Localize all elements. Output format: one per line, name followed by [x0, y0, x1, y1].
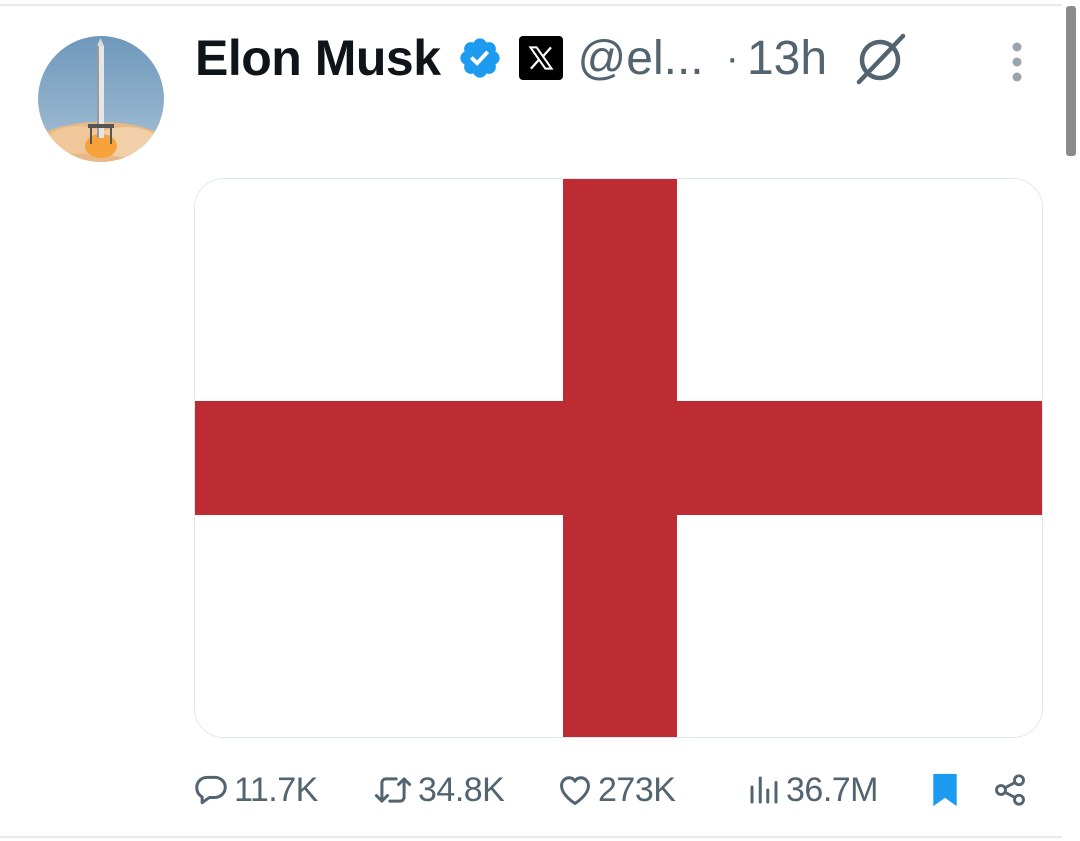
- views-button[interactable]: 36.7M: [746, 760, 879, 820]
- tweet-header: Elon Musk @el... · 13h: [195, 26, 911, 90]
- repost-count: 34.8K: [418, 770, 505, 809]
- x-logo-icon[interactable]: [518, 36, 563, 80]
- bottom-divider: [0, 836, 1062, 838]
- like-count: 273K: [598, 770, 676, 809]
- scrollbar[interactable]: [1066, 6, 1076, 156]
- views-icon: [750, 776, 778, 804]
- views-count: 36.7M: [786, 770, 879, 809]
- heart-icon: [560, 776, 590, 805]
- share-button[interactable]: [992, 760, 1028, 820]
- tweet-card: Elon Musk @el... · 13h 11.7K 34.8K 273K …: [0, 0, 1080, 841]
- author-name[interactable]: Elon Musk: [195, 29, 441, 87]
- repost-button[interactable]: 34.8K: [372, 760, 505, 820]
- like-button[interactable]: 273K: [556, 760, 676, 820]
- grok-icon[interactable]: [851, 28, 911, 88]
- verified-badge-icon[interactable]: [457, 35, 503, 81]
- reply-count: 11.7K: [234, 770, 318, 809]
- avatar-rocket-image: [38, 36, 164, 162]
- separator-dot: ·: [725, 35, 739, 80]
- avatar[interactable]: [38, 36, 164, 162]
- more-options-button[interactable]: [1000, 38, 1034, 86]
- repost-icon: [374, 777, 412, 803]
- tweet-media-image[interactable]: [194, 178, 1043, 738]
- top-divider: [0, 4, 1062, 6]
- share-icon: [995, 774, 1025, 806]
- england-flag-image: [195, 179, 1042, 737]
- reply-icon: [195, 775, 227, 805]
- more-vertical-icon: [1012, 42, 1022, 82]
- bookmark-button[interactable]: [930, 760, 960, 820]
- timestamp[interactable]: 13h: [747, 31, 827, 86]
- bookmark-icon: [933, 773, 957, 807]
- tweet-actions-bar: 11.7K 34.8K 273K 36.7M: [190, 760, 1040, 820]
- author-handle[interactable]: @el...: [578, 31, 704, 86]
- reply-button[interactable]: 11.7K: [192, 760, 318, 820]
